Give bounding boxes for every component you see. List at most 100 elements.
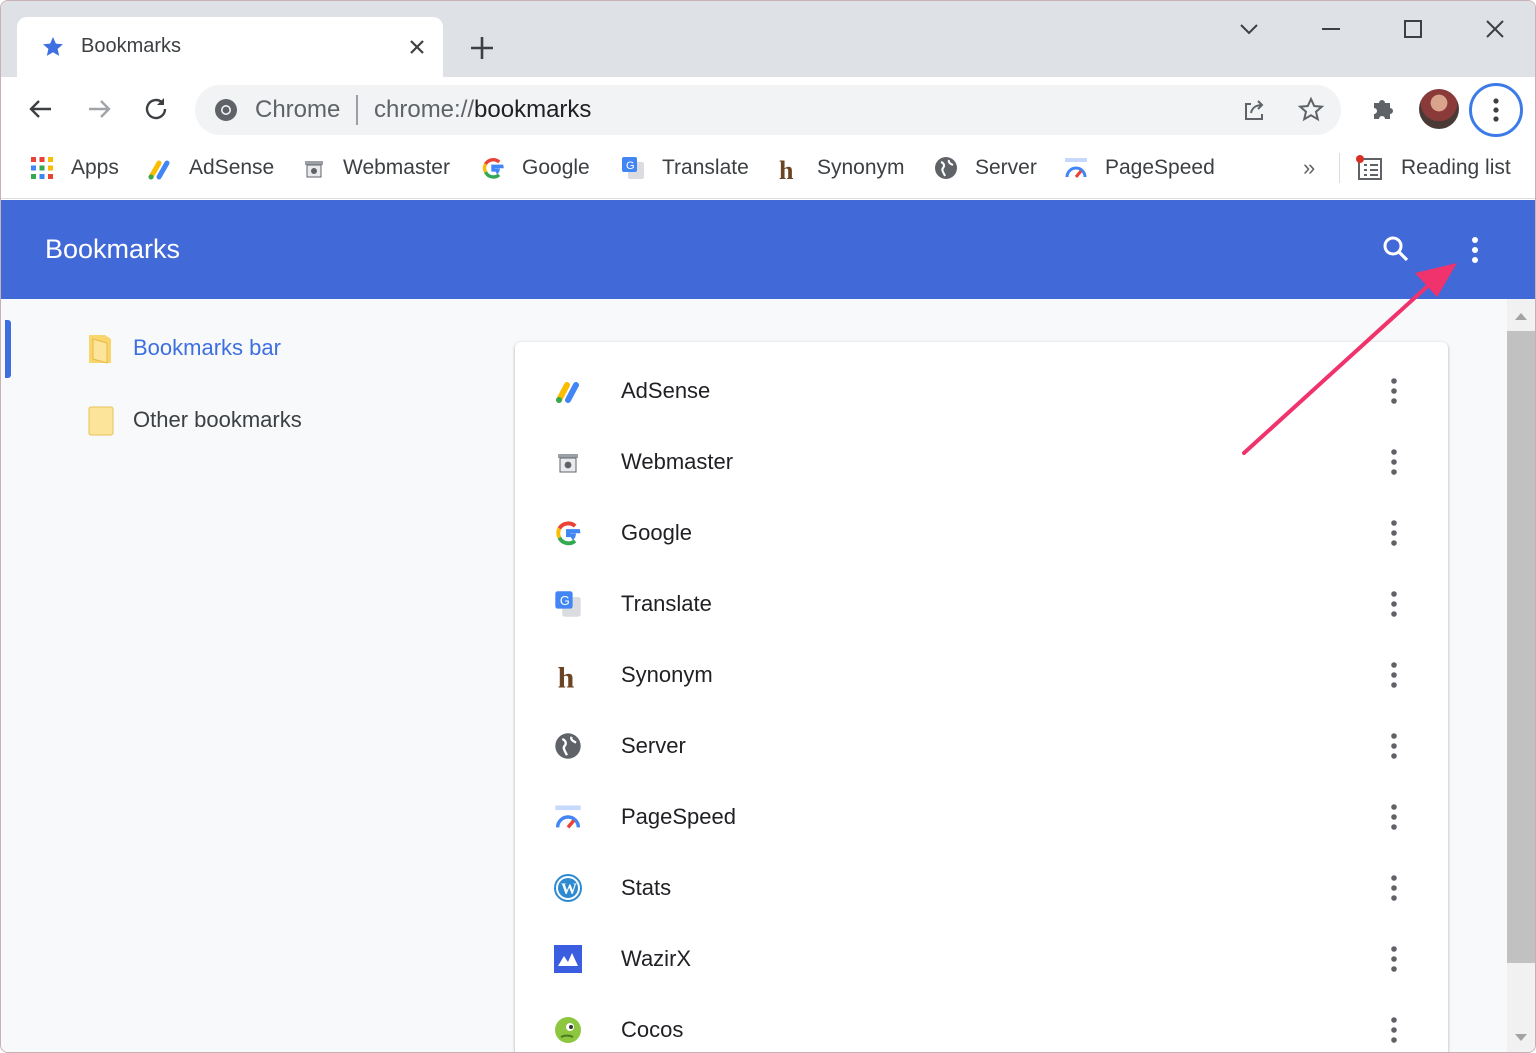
bookmark-title: Server: [621, 733, 686, 758]
sidebar-selection-indicator: [5, 320, 11, 378]
reading-list-label: Reading list: [1401, 156, 1511, 179]
bookmark-title: Stats: [621, 875, 672, 900]
bookmark-webmaster[interactable]: Webmaster: [301, 153, 450, 183]
tab-title: Bookmarks: [81, 35, 182, 57]
svg-text:h: h: [558, 662, 575, 690]
bookmark-adsense[interactable]: AdSense: [147, 153, 274, 183]
chrome-icon: [215, 99, 237, 121]
more-actions-icon[interactable]: [1381, 802, 1407, 832]
more-actions-icon[interactable]: [1381, 944, 1407, 974]
bookmark-apps[interactable]: Apps: [29, 153, 119, 183]
list-item[interactable]: AdSense: [515, 356, 1448, 427]
more-actions-icon[interactable]: [1381, 589, 1407, 619]
svg-text:G: G: [560, 594, 570, 608]
list-item[interactable]: Webmaster: [515, 427, 1448, 498]
omnibox-url: chrome://bookmarks: [374, 96, 592, 123]
google-icon: [556, 521, 581, 546]
list-item[interactable]: WazirX: [515, 924, 1448, 995]
more-actions-icon[interactable]: [1381, 731, 1407, 761]
forward-icon[interactable]: [83, 93, 115, 125]
omnibox-divider: [356, 95, 358, 125]
bookmark-translate[interactable]: G Translate: [620, 153, 749, 183]
list-item[interactable]: Google: [515, 498, 1448, 569]
google-icon: [482, 158, 504, 179]
reading-list-button[interactable]: Reading list: [1355, 153, 1511, 183]
back-icon[interactable]: [25, 93, 57, 125]
bookmark-google[interactable]: Google: [480, 153, 590, 183]
close-window-icon[interactable]: [1479, 13, 1511, 45]
bookmark-title: Webmaster: [621, 449, 734, 474]
list-item[interactable]: G Translate: [515, 569, 1448, 640]
chrome-menu-button[interactable]: [1469, 83, 1523, 137]
list-item[interactable]: PageSpeed: [515, 782, 1448, 853]
page-scrollbar[interactable]: [1507, 299, 1535, 1052]
translate-icon: G: [622, 157, 644, 179]
page-title: Bookmarks: [45, 234, 181, 264]
wordpress-icon: W: [554, 874, 582, 902]
maximize-icon[interactable]: [1397, 13, 1429, 45]
bookmark-label: PageSpeed: [1105, 156, 1215, 179]
bookmark-label: Translate: [662, 156, 749, 179]
webmaster-icon: [558, 454, 578, 473]
bookmark-server[interactable]: Server: [933, 153, 1037, 183]
profile-avatar[interactable]: [1419, 89, 1459, 129]
cocos-icon: [555, 1017, 581, 1043]
adsense-icon: [556, 382, 579, 403]
list-item[interactable]: Server: [515, 711, 1448, 782]
bookmarks-bar-divider: [1339, 153, 1340, 183]
bookmark-pagespeed[interactable]: PageSpeed: [1063, 153, 1215, 183]
folder-label: Bookmarks bar: [133, 335, 281, 360]
bookmark-title: PageSpeed: [621, 804, 736, 829]
more-actions-icon[interactable]: [1381, 518, 1407, 548]
close-tab-icon[interactable]: [405, 35, 429, 59]
more-actions-icon[interactable]: [1381, 376, 1407, 406]
more-actions-icon[interactable]: [1381, 873, 1407, 903]
scrollbar-thumb[interactable]: [1507, 331, 1535, 963]
adsense-icon: [148, 160, 170, 180]
bookmark-title: Google: [621, 520, 692, 545]
bookmark-star-icon[interactable]: [1296, 95, 1326, 125]
bookmarks-overflow-button[interactable]: »: [1303, 155, 1315, 181]
toolbar: Chrome chrome://bookmarks: [1, 77, 1535, 141]
list-item[interactable]: h Synonym: [515, 640, 1448, 711]
scroll-down-arrow-icon[interactable]: [1513, 1031, 1529, 1045]
list-item[interactable]: Cocos: [515, 995, 1448, 1052]
bookmark-synonym[interactable]: h Synonym: [775, 153, 905, 183]
sidebar-folder-bookmarks-bar[interactable]: Bookmarks bar: [87, 331, 281, 365]
folder-icon: [88, 406, 114, 436]
bookmarks-content: Bookmarks bar Other bookmarks AdSense We…: [1, 299, 1507, 1052]
omnibox[interactable]: Chrome chrome://bookmarks: [195, 85, 1341, 135]
more-actions-icon[interactable]: [1381, 660, 1407, 690]
translate-icon: G: [555, 591, 581, 617]
sidebar-folder-other-bookmarks[interactable]: Other bookmarks: [87, 403, 302, 437]
search-icon[interactable]: [1379, 232, 1413, 266]
vertical-dots-icon: [1493, 98, 1499, 122]
share-icon[interactable]: [1239, 95, 1269, 125]
more-actions-icon[interactable]: [1381, 447, 1407, 477]
new-tab-icon[interactable]: [467, 33, 497, 63]
organize-menu-icon[interactable]: [1461, 234, 1489, 266]
bookmark-title: WazirX: [621, 946, 692, 971]
bookmarks-bar: Apps AdSense Webmaster Google G Translat…: [1, 141, 1535, 199]
bookmark-list: AdSense Webmaster Google G Translate h S…: [515, 342, 1448, 1052]
minimize-icon[interactable]: [1315, 13, 1347, 45]
synonym-icon: h: [779, 156, 794, 181]
tab-search-chevron-icon[interactable]: [1233, 13, 1265, 45]
wazirx-icon: [554, 945, 582, 973]
bookmark-label: AdSense: [189, 156, 275, 179]
tab-bookmarks[interactable]: Bookmarks: [17, 17, 443, 77]
reading-list-icon: [1356, 155, 1382, 180]
globe-icon: [555, 733, 581, 759]
more-actions-icon[interactable]: [1381, 1015, 1407, 1045]
scroll-up-arrow-icon[interactable]: [1513, 309, 1529, 323]
bookmark-title: Cocos: [621, 1017, 684, 1042]
tab-strip: Bookmarks: [1, 1, 1535, 77]
svg-text:W: W: [561, 881, 577, 898]
reload-icon[interactable]: [140, 93, 172, 125]
extensions-puzzle-icon[interactable]: [1365, 91, 1401, 127]
list-item[interactable]: W Stats: [515, 853, 1448, 924]
bookmark-title: Translate: [621, 591, 712, 616]
svg-text:h: h: [779, 156, 794, 181]
apps-grid-icon: [31, 157, 53, 179]
folder-label: Other bookmarks: [133, 407, 302, 432]
